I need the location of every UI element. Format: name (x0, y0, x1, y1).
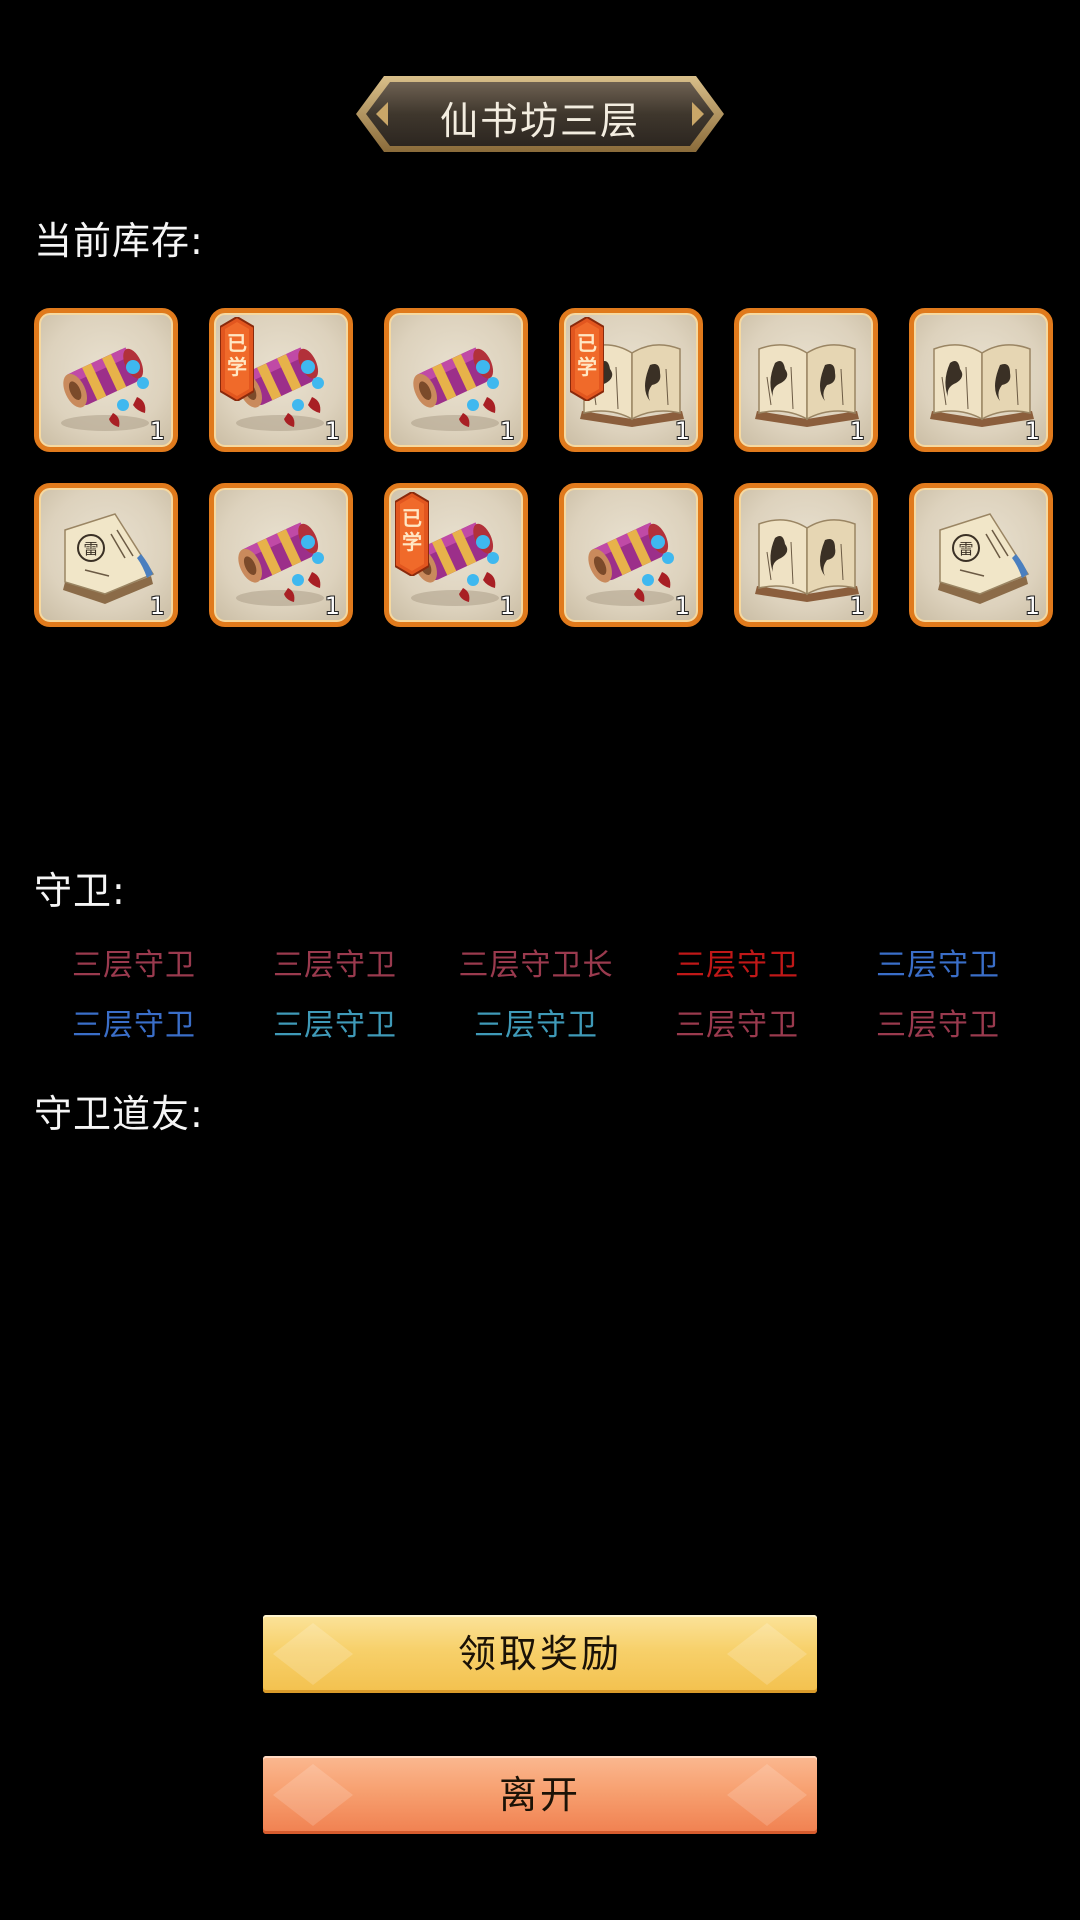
guard-name[interactable]: 三层守卫 (637, 1000, 837, 1044)
claim-reward-label: 领取奖励 (457, 1632, 622, 1676)
item-count: 1 (149, 417, 165, 445)
inventory-slot[interactable]: 已学 1 (384, 483, 528, 627)
guard-friends-label: 守卫道友: (34, 1092, 204, 1136)
inventory-slot[interactable]: 雷 1 (909, 483, 1053, 627)
item-count: 1 (324, 592, 340, 620)
inventory-slot[interactable]: 雷 1 (34, 483, 178, 627)
learned-tag: 已学 (570, 317, 604, 401)
item-count: 1 (499, 592, 515, 620)
leave-label: 离开 (498, 1773, 581, 1817)
title-banner: 仙书坊三层 (354, 72, 726, 156)
inventory-slot[interactable]: 1 (559, 483, 703, 627)
guard-name[interactable]: 三层守卫 (637, 940, 837, 984)
inventory-label: 当前库存: (34, 219, 204, 263)
guard-name[interactable]: 三层守卫 (34, 1000, 234, 1044)
guard-name[interactable]: 三层守卫 (34, 940, 234, 984)
item-count: 1 (499, 417, 515, 445)
item-count: 1 (849, 592, 865, 620)
inventory-slot[interactable]: 1 (734, 308, 878, 452)
learned-tag: 已学 (220, 317, 254, 401)
learned-tag-label: 已学 (402, 506, 422, 554)
item-count: 1 (849, 417, 865, 445)
guard-name[interactable]: 三层守卫 (838, 940, 1038, 984)
item-count: 1 (1024, 592, 1040, 620)
learned-tag-label: 已学 (227, 331, 247, 379)
inventory-slot[interactable]: 已学 1 (209, 308, 353, 452)
item-count: 1 (674, 417, 690, 445)
learned-tag: 已学 (395, 492, 429, 576)
svg-text:雷: 雷 (83, 540, 98, 558)
guard-name[interactable]: 三层守卫 (436, 1000, 636, 1044)
inventory-slot[interactable]: 1 (209, 483, 353, 627)
leave-button[interactable]: 离开 (263, 1756, 817, 1834)
claim-reward-button[interactable]: 领取奖励 (263, 1615, 817, 1693)
guard-name[interactable]: 三层守卫 (838, 1000, 1038, 1044)
svg-text:雷: 雷 (958, 540, 973, 558)
inventory-slot[interactable]: 1 (34, 308, 178, 452)
inventory-slot[interactable]: 已学 1 (559, 308, 703, 452)
inventory-slot[interactable]: 1 (909, 308, 1053, 452)
inventory-slot[interactable]: 1 (734, 483, 878, 627)
guard-name[interactable]: 三层守卫长 (436, 940, 636, 984)
item-count: 1 (149, 592, 165, 620)
guard-name[interactable]: 三层守卫 (235, 1000, 435, 1044)
item-count: 1 (1024, 417, 1040, 445)
item-count: 1 (674, 592, 690, 620)
page-title: 仙书坊三层 (439, 99, 640, 143)
inventory-slot[interactable]: 1 (384, 308, 528, 452)
guards-label: 守卫: (34, 869, 126, 913)
item-count: 1 (324, 417, 340, 445)
guard-name[interactable]: 三层守卫 (235, 940, 435, 984)
learned-tag-label: 已学 (577, 331, 597, 379)
